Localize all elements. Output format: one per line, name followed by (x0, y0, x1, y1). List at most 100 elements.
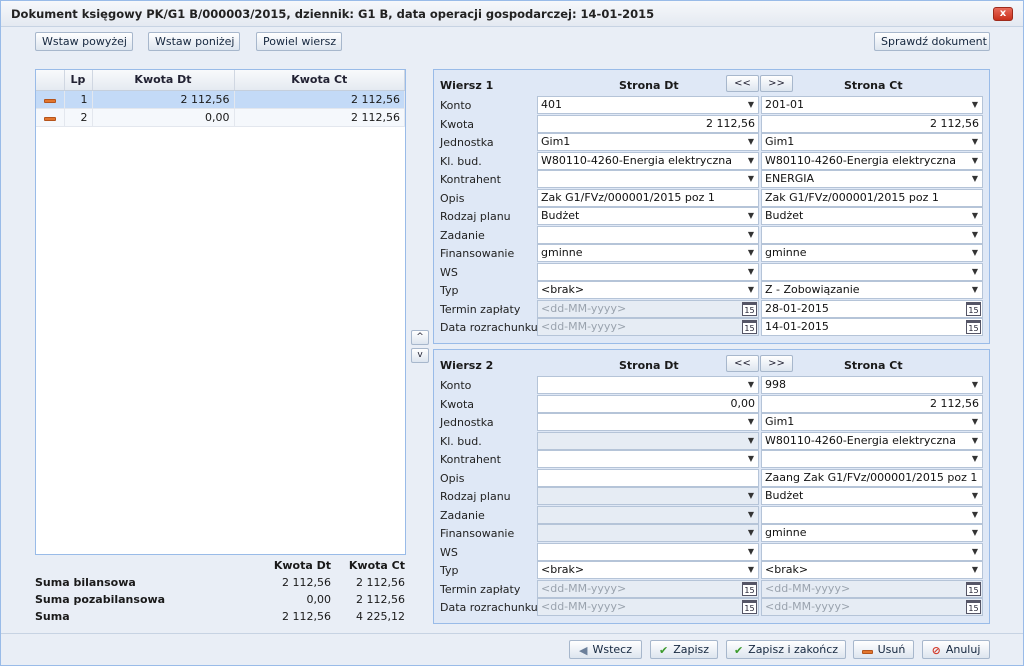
ct-kontrahent-field[interactable]: ENERGIA ▼ (761, 170, 983, 188)
chevron-down-icon[interactable]: ▼ (972, 414, 978, 430)
chevron-down-icon[interactable]: ▼ (972, 245, 978, 261)
chevron-down-icon[interactable]: ▼ (972, 544, 978, 560)
ct-opis-field[interactable]: Zaang Zak G1/FVz/000001/2015 poz 1 (761, 468, 983, 487)
grid-header-lp[interactable]: Lp (64, 70, 93, 91)
dt-typ-field[interactable]: <brak> ▼ (537, 281, 759, 299)
dt-termin-zapłaty-field[interactable]: <dd-MM-yyyy> 15 (537, 299, 759, 318)
chevron-down-icon[interactable]: ▼ (748, 525, 754, 541)
chevron-down-icon[interactable]: ▼ (748, 377, 754, 393)
chevron-down-icon[interactable]: ▼ (972, 562, 978, 578)
dt-kontrahent-field[interactable]: ▼ (537, 450, 759, 468)
dt-konto-field[interactable]: ▼ (537, 376, 759, 394)
dt-finansowanie-field[interactable]: gminne ▼ (537, 244, 759, 262)
ct-kl-bud-field[interactable]: W80110-4260-Energia elektryczna ▼ (761, 431, 983, 450)
ct-jednostka-field[interactable]: Gim1 ▼ (761, 413, 983, 431)
dt-ws-field[interactable]: ▼ (537, 542, 759, 561)
dt-termin-zapłaty-field[interactable]: <dd-MM-yyyy> 15 (537, 579, 759, 598)
chevron-down-icon[interactable]: ▼ (972, 282, 978, 298)
insert-below-button[interactable]: Wstaw poniżej (148, 32, 240, 51)
dt-kwota-field[interactable]: 2 112,56 (537, 114, 759, 133)
ct-zadanie-field[interactable]: ▼ (761, 225, 983, 244)
dt-rodzaj-planu-field[interactable]: ▼ (537, 487, 759, 505)
chevron-down-icon[interactable]: ▼ (972, 264, 978, 280)
chevron-down-icon[interactable]: ▼ (748, 414, 754, 430)
ct-ws-field[interactable]: ▼ (761, 262, 983, 281)
ct-typ-field[interactable]: Z - Zobowiązanie ▼ (761, 281, 983, 299)
dt-kontrahent-field[interactable]: ▼ (537, 170, 759, 188)
chevron-down-icon[interactable]: ▼ (748, 544, 754, 560)
dt-data-rozrachunku-field[interactable]: <dd-MM-yyyy> 15 (537, 598, 759, 616)
chevron-down-icon[interactable]: ▼ (748, 245, 754, 261)
ct-typ-field[interactable]: <brak> ▼ (761, 561, 983, 579)
table-row[interactable]: 1 2 112,56 2 112,56 (36, 90, 405, 109)
ct-opis-field[interactable]: Zak G1/FVz/000001/2015 poz 1 (761, 188, 983, 207)
chevron-down-icon[interactable]: ▼ (748, 282, 754, 298)
prev-row-button[interactable]: << (726, 355, 759, 372)
chevron-down-icon[interactable]: ▼ (972, 153, 978, 169)
chevron-down-icon[interactable]: ▼ (972, 525, 978, 541)
dt-rodzaj-planu-field[interactable]: Budżet ▼ (537, 207, 759, 225)
ct-data-rozrachunku-field[interactable]: <dd-MM-yyyy> 15 (761, 598, 983, 616)
duplicate-row-button[interactable]: Powiel wiersz (256, 32, 342, 51)
dt-ws-field[interactable]: ▼ (537, 262, 759, 281)
calendar-icon[interactable]: 15 (966, 301, 981, 316)
dt-opis-field[interactable] (537, 468, 759, 487)
calendar-icon[interactable]: 15 (966, 600, 981, 614)
ct-konto-field[interactable]: 998 ▼ (761, 376, 983, 394)
chevron-down-icon[interactable]: ▼ (972, 451, 978, 467)
chevron-down-icon[interactable]: ▼ (972, 507, 978, 523)
chevron-down-icon[interactable]: ▼ (748, 97, 754, 113)
calendar-icon[interactable]: 15 (742, 301, 757, 316)
chevron-down-icon[interactable]: ▼ (748, 488, 754, 504)
ct-rodzaj-planu-field[interactable]: Budżet ▼ (761, 487, 983, 505)
dt-jednostka-field[interactable]: Gim1 ▼ (537, 133, 759, 151)
chevron-down-icon[interactable]: ▼ (748, 153, 754, 169)
ct-data-rozrachunku-field[interactable]: 14-01-2015 15 (761, 318, 983, 336)
chevron-down-icon[interactable]: ▼ (972, 171, 978, 187)
ct-kwota-field[interactable]: 2 112,56 (761, 114, 983, 133)
chevron-down-icon[interactable]: ▼ (972, 488, 978, 504)
chevron-down-icon[interactable]: ▼ (972, 227, 978, 243)
chevron-down-icon[interactable]: ▼ (748, 562, 754, 578)
grid-header-kwota-dt[interactable]: Kwota Dt (92, 70, 235, 91)
calendar-icon[interactable]: 15 (742, 581, 757, 596)
close-button[interactable]: x (993, 7, 1013, 21)
ct-konto-field[interactable]: 201-01 ▼ (761, 96, 983, 114)
dt-finansowanie-field[interactable]: ▼ (537, 524, 759, 542)
cancel-button[interactable]: ⊘ Anuluj (922, 640, 990, 659)
ct-kontrahent-field[interactable]: ▼ (761, 450, 983, 468)
chevron-down-icon[interactable]: ▼ (972, 97, 978, 113)
table-row[interactable]: 2 0,00 2 112,56 (36, 108, 405, 127)
save-button[interactable]: ✔ Zapisz (650, 640, 718, 659)
ct-ws-field[interactable]: ▼ (761, 542, 983, 561)
chevron-down-icon[interactable]: ▼ (972, 377, 978, 393)
calendar-icon[interactable]: 15 (742, 600, 757, 614)
ct-finansowanie-field[interactable]: gminne ▼ (761, 524, 983, 542)
chevron-down-icon[interactable]: ▼ (748, 208, 754, 224)
check-document-button[interactable]: Sprawdź dokument (874, 32, 990, 51)
chevron-down-icon[interactable]: ▼ (748, 171, 754, 187)
dt-zadanie-field[interactable]: ▼ (537, 225, 759, 244)
chevron-down-icon[interactable]: ▼ (748, 433, 754, 449)
chevron-down-icon[interactable]: ▼ (748, 227, 754, 243)
ct-rodzaj-planu-field[interactable]: Budżet ▼ (761, 207, 983, 225)
next-row-button[interactable]: >> (760, 355, 793, 372)
ct-finansowanie-field[interactable]: gminne ▼ (761, 244, 983, 262)
ct-jednostka-field[interactable]: Gim1 ▼ (761, 133, 983, 151)
chevron-down-icon[interactable]: ▼ (748, 451, 754, 467)
ct-kl-bud-field[interactable]: W80110-4260-Energia elektryczna ▼ (761, 151, 983, 170)
ct-termin-zapłaty-field[interactable]: <dd-MM-yyyy> 15 (761, 579, 983, 598)
chevron-down-icon[interactable]: ▼ (748, 264, 754, 280)
grid-header-kwota-ct[interactable]: Kwota Ct (234, 70, 405, 91)
prev-row-button[interactable]: << (726, 75, 759, 92)
dt-jednostka-field[interactable]: ▼ (537, 413, 759, 431)
insert-above-button[interactable]: Wstaw powyżej (35, 32, 133, 51)
save-close-button[interactable]: ✔ Zapisz i zakończ (726, 640, 846, 659)
calendar-icon[interactable]: 15 (966, 320, 981, 334)
dt-data-rozrachunku-field[interactable]: <dd-MM-yyyy> 15 (537, 318, 759, 336)
dt-konto-field[interactable]: 401 ▼ (537, 96, 759, 114)
dt-zadanie-field[interactable]: ▼ (537, 505, 759, 524)
chevron-down-icon[interactable]: ▼ (748, 507, 754, 523)
calendar-icon[interactable]: 15 (966, 581, 981, 596)
dt-opis-field[interactable]: Zak G1/FVz/000001/2015 poz 1 (537, 188, 759, 207)
